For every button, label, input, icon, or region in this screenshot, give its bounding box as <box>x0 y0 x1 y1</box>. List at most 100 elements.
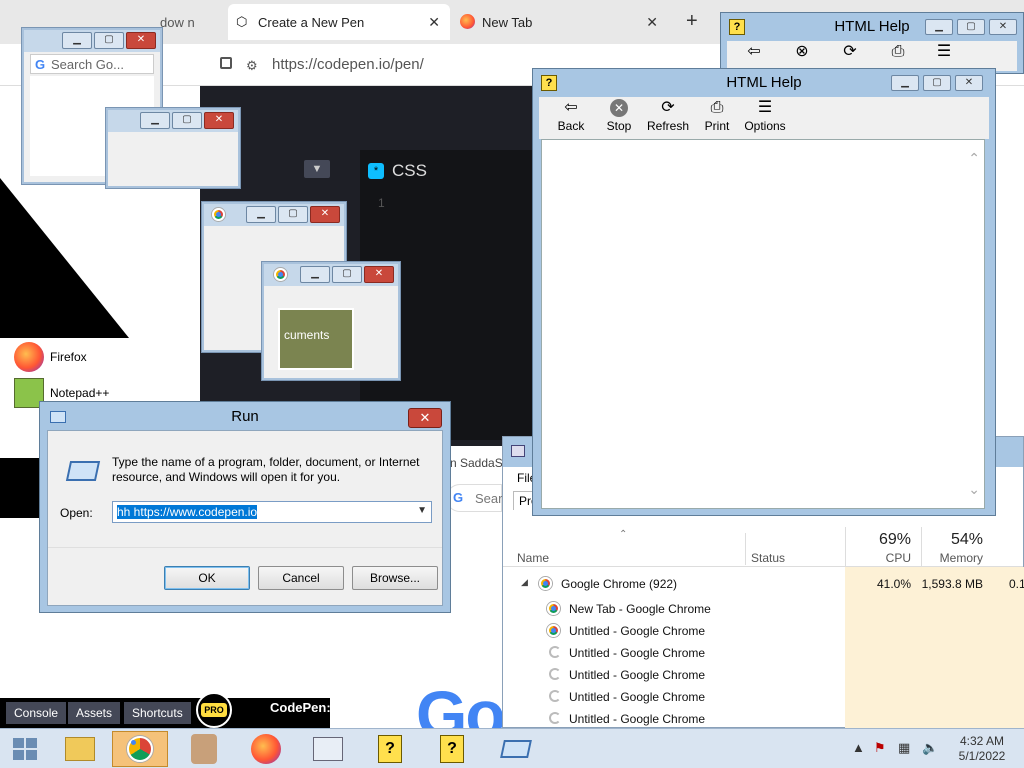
action-center-icon[interactable]: ⚑ <box>874 740 886 756</box>
taskbar-run[interactable] <box>488 731 544 767</box>
close-icon[interactable]: ✕ <box>955 75 983 91</box>
stop-button[interactable]: ✕ Stop <box>599 99 639 133</box>
chrome-icon <box>539 577 552 590</box>
minimize-icon[interactable]: ▁ <box>140 112 170 129</box>
close-icon[interactable]: ✕ <box>364 266 394 283</box>
minimize-icon[interactable]: ▁ <box>925 19 953 35</box>
column-status[interactable]: Status <box>751 551 785 565</box>
network-icon[interactable]: ▦ <box>898 740 910 756</box>
system-clock[interactable]: 4:32 AM 5/1/2022 <box>950 734 1014 764</box>
close-icon[interactable]: ✕ <box>310 206 340 223</box>
refresh-button[interactable]: ⟳ Refresh <box>645 99 691 133</box>
sort-chevron-up-icon[interactable]: ⌃ <box>619 529 627 540</box>
chrome-icon <box>212 208 225 221</box>
taskbar-file-explorer[interactable] <box>52 731 108 767</box>
taskbar-html-help-1[interactable]: ? <box>362 731 418 767</box>
codepen-logo-icon: ⬡ <box>236 14 248 29</box>
new-tab-button[interactable]: + <box>686 10 698 33</box>
expand-triangle-icon[interactable]: ◢ <box>521 577 528 588</box>
url-field[interactable]: https://codepen.io/pen/ <box>272 56 424 73</box>
google-search-box[interactable]: G Sear <box>446 484 502 512</box>
close-icon[interactable]: ✕ <box>646 14 658 31</box>
table-row[interactable]: Untitled - Google Chrome <box>503 664 1023 686</box>
shortcuts-button[interactable]: Shortcuts <box>124 702 191 724</box>
back-arrow-icon: ⇦ <box>564 99 578 116</box>
chrome-icon <box>127 736 153 762</box>
chevron-down-icon[interactable]: ▼ <box>304 160 330 178</box>
browse-button[interactable]: Browse... <box>352 566 438 590</box>
table-row[interactable]: ◢ Google Chrome (922) 41.0% 1,593.8 MB 0… <box>503 573 1024 595</box>
ok-button[interactable]: OK <box>164 566 250 590</box>
console-button[interactable]: Console <box>6 702 67 724</box>
close-icon[interactable]: ✕ <box>408 408 442 428</box>
column-name[interactable]: Name <box>517 551 549 565</box>
chrome-icon <box>547 624 560 637</box>
table-row[interactable]: Untitled - Google Chrome <box>503 686 1023 708</box>
help-icon: ? <box>440 735 464 763</box>
minimize-icon[interactable]: ▁ <box>300 266 330 283</box>
print-icon[interactable]: ⎙ <box>887 43 909 63</box>
refresh-icon[interactable]: ⟳ <box>839 43 861 63</box>
stop-icon[interactable]: ⊗ <box>791 43 813 63</box>
taskbar-html-help-2[interactable]: ? <box>424 731 480 767</box>
maximize-icon[interactable]: ▢ <box>94 32 124 49</box>
search-input[interactable]: G Search Go... <box>30 54 154 74</box>
column-cpu[interactable]: CPU <box>845 551 911 565</box>
refresh-icon: ⟳ <box>661 99 675 116</box>
close-icon[interactable]: ✕ <box>989 19 1017 35</box>
task-manager-icon <box>511 445 525 457</box>
table-row[interactable]: New Tab - Google Chrome <box>503 598 1023 620</box>
maximize-icon[interactable]: ▢ <box>332 266 362 283</box>
back-button[interactable]: ⇦ Back <box>551 99 591 133</box>
tab-new-tab[interactable]: New Tab ✕ <box>456 4 668 40</box>
options-icon[interactable]: ☰ <box>933 43 955 63</box>
show-hidden-icons-chevron-icon[interactable]: ▲ <box>852 740 865 755</box>
maximize-icon[interactable]: ▢ <box>172 112 202 129</box>
options-button[interactable]: ☰ Options <box>739 99 791 133</box>
close-icon[interactable]: ✕ <box>204 112 234 129</box>
back-arrow-icon[interactable]: ⇦ <box>743 43 765 63</box>
firefox-icon <box>14 342 44 372</box>
documents-folder[interactable]: cuments <box>278 308 354 370</box>
run-program-icon <box>65 461 101 481</box>
tab-create-new-pen[interactable]: ⬡ Create a New Pen ✕ <box>228 4 450 40</box>
app-item-firefox[interactable]: Firefox <box>14 342 87 372</box>
minimize-icon[interactable]: ▁ <box>891 75 919 91</box>
minimize-icon[interactable]: ▁ <box>246 206 276 223</box>
css-tab[interactable]: * CSS <box>368 158 427 184</box>
help-content-pane[interactable]: ⌃ ⌄ <box>541 139 985 509</box>
lock-icon[interactable] <box>220 57 232 69</box>
pro-badge[interactable]: PRO <box>196 692 232 728</box>
assets-button[interactable]: Assets <box>68 702 121 724</box>
taskbar-task-manager[interactable] <box>300 731 356 767</box>
close-icon[interactable]: ✕ <box>126 32 156 49</box>
taskbar-user-app[interactable] <box>176 731 232 767</box>
volume-icon[interactable]: 🔈 <box>922 740 938 756</box>
taskbar: ? ? <box>0 728 1024 768</box>
tab-label: Create a New Pen <box>258 14 365 30</box>
chevron-down-icon[interactable]: ▼ <box>417 505 427 516</box>
scroll-down-icon[interactable]: ⌄ <box>968 481 980 498</box>
taskbar-firefox[interactable] <box>238 731 294 767</box>
minimize-icon[interactable]: ▁ <box>62 32 92 49</box>
html-help-window: ? HTML Help ▁ ▢ ✕ ⇦ Back ✕ Stop ⟳ Refres… <box>532 68 996 516</box>
close-icon[interactable]: ✕ <box>428 14 440 31</box>
start-button[interactable] <box>0 731 50 767</box>
loading-spinner-icon <box>549 646 561 658</box>
google-g-icon: G <box>453 490 464 505</box>
table-row[interactable]: Untitled - Google Chrome <box>503 708 1023 730</box>
table-row[interactable]: Untitled - Google Chrome <box>503 620 1023 642</box>
maximize-icon[interactable]: ▢ <box>278 206 308 223</box>
scroll-up-icon[interactable]: ⌃ <box>968 150 980 167</box>
maximize-icon[interactable]: ▢ <box>957 19 985 35</box>
column-memory[interactable]: Memory <box>921 551 983 565</box>
taskbar-chrome[interactable] <box>112 731 168 767</box>
maximize-icon[interactable]: ▢ <box>923 75 951 91</box>
loading-spinner-icon <box>549 712 561 724</box>
print-button[interactable]: ⎙ Print <box>697 99 737 133</box>
site-settings-icon[interactable]: ⚙ <box>246 58 258 74</box>
table-row[interactable]: Untitled - Google Chrome <box>503 642 1023 664</box>
cancel-button[interactable]: Cancel <box>258 566 344 590</box>
chrome-icon <box>274 268 287 281</box>
open-input[interactable]: hh https://www.codepen.io ▼ <box>112 501 432 523</box>
